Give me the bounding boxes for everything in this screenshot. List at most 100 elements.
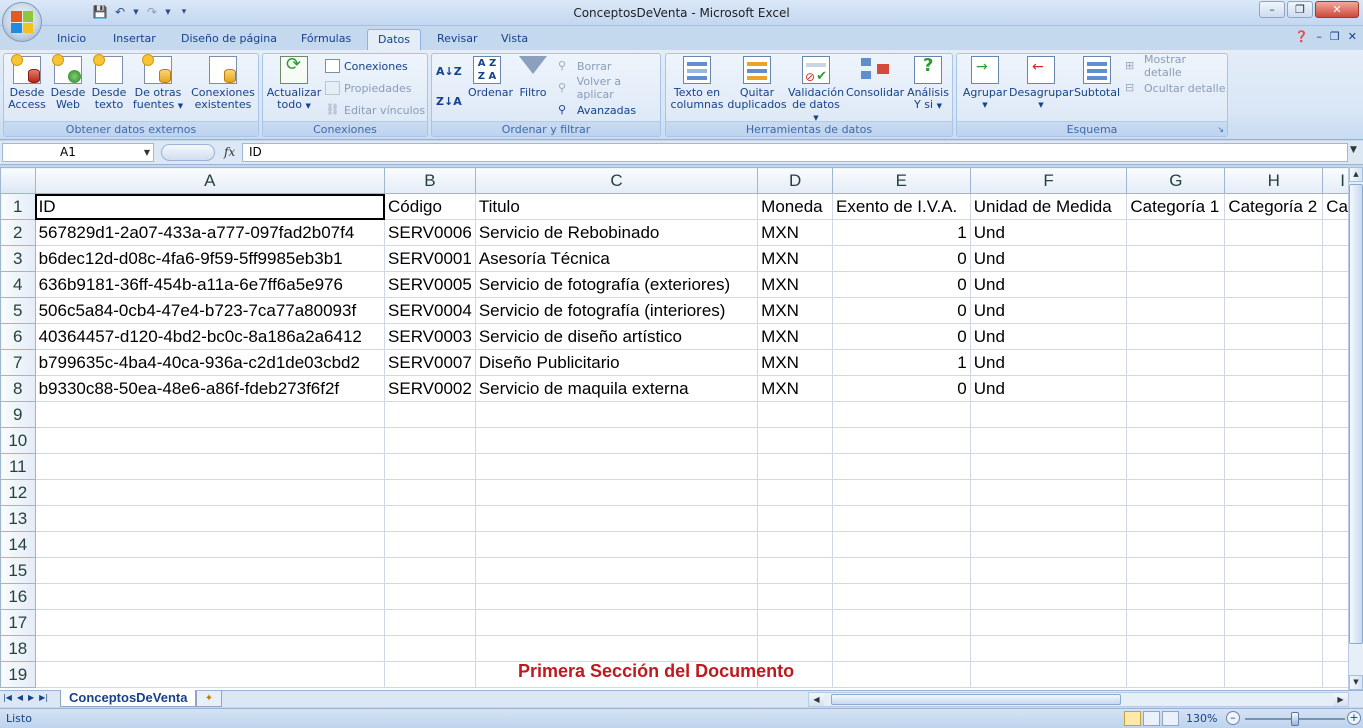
cell[interactable]	[757, 505, 833, 532]
cell[interactable]	[757, 427, 833, 454]
agrupar-button[interactable]: → Agrupar ▼	[960, 56, 1010, 111]
column-header[interactable]: H	[1224, 167, 1324, 194]
cell[interactable]	[757, 401, 833, 428]
cell[interactable]: SERV0001	[384, 245, 476, 272]
cell[interactable]	[1126, 479, 1226, 506]
cell[interactable]	[1224, 479, 1324, 506]
cell[interactable]	[969, 635, 1128, 662]
cell[interactable]: Categoría 1	[1126, 193, 1226, 220]
otras-fuentes-button[interactable]: De otras fuentes ▼	[132, 54, 184, 112]
cell[interactable]	[1224, 323, 1324, 350]
cell[interactable]: b799635c-4ba4-40ca-936a-c2d1de03cbd2	[34, 349, 386, 376]
cell[interactable]	[34, 401, 386, 428]
cell[interactable]	[831, 661, 971, 688]
desde-web-button[interactable]: Desde Web	[50, 54, 86, 111]
tab-revisar[interactable]: Revisar	[427, 29, 487, 50]
normal-view-icon[interactable]	[1124, 711, 1141, 726]
cell[interactable]	[1126, 531, 1226, 558]
cell[interactable]	[34, 661, 386, 688]
scroll-up-icon[interactable]: ▲	[1349, 167, 1363, 182]
cell[interactable]: 0	[831, 375, 971, 402]
vertical-scroll-thumb[interactable]	[1349, 184, 1363, 644]
cell[interactable]: Unidad de Medida	[969, 193, 1128, 220]
cell[interactable]	[1224, 635, 1324, 662]
cell[interactable]	[831, 557, 971, 584]
cell[interactable]	[1224, 297, 1324, 324]
cell[interactable]: 40364457-d120-4bd2-bc0c-8a186a2a6412	[34, 323, 386, 350]
cell[interactable]	[474, 427, 759, 454]
cell[interactable]	[1126, 453, 1226, 480]
cell[interactable]: Und	[969, 297, 1128, 324]
cell[interactable]	[1224, 401, 1324, 428]
cell[interactable]: 0	[831, 297, 971, 324]
cell[interactable]: b9330c88-50ea-48e6-a86f-fdeb273f6f2f	[34, 375, 386, 402]
row-header[interactable]: 10	[0, 427, 36, 454]
cell[interactable]	[831, 427, 971, 454]
propiedades-button[interactable]: Propiedades	[325, 79, 411, 97]
row-header[interactable]: 6	[0, 323, 36, 350]
texto-en-columnas-button[interactable]: Texto en columnas	[669, 56, 725, 111]
cell[interactable]	[474, 505, 759, 532]
cell[interactable]: Und	[969, 375, 1128, 402]
cell[interactable]: SERV0003	[384, 323, 476, 350]
cell[interactable]: 506c5a84-0cb4-47e4-b723-7ca77a80093f	[34, 297, 386, 324]
cell[interactable]: 0	[831, 271, 971, 298]
cell[interactable]	[1126, 427, 1226, 454]
cell[interactable]	[384, 505, 476, 532]
cell[interactable]	[969, 505, 1128, 532]
cell[interactable]	[757, 583, 833, 610]
cell[interactable]	[831, 401, 971, 428]
cell[interactable]	[1126, 583, 1226, 610]
cell[interactable]	[474, 453, 759, 480]
restore-button[interactable]: ❐	[1287, 1, 1313, 18]
cell[interactable]	[1224, 453, 1324, 480]
row-header[interactable]: 16	[0, 583, 36, 610]
cell[interactable]	[1126, 557, 1226, 584]
subtotal-button[interactable]: Subtotal	[1073, 56, 1121, 99]
cell[interactable]	[34, 531, 386, 558]
cell[interactable]: 567829d1-2a07-433a-a777-097fad2b07f4	[34, 219, 386, 246]
cell[interactable]: Asesoría Técnica	[474, 245, 759, 272]
row-header[interactable]: 12	[0, 479, 36, 506]
cell[interactable]	[831, 583, 971, 610]
cell[interactable]: SERV0005	[384, 271, 476, 298]
cell[interactable]: MXN	[757, 219, 833, 246]
zoom-level[interactable]: 130%	[1186, 712, 1217, 725]
avanzadas-button[interactable]: ⚲ Avanzadas	[558, 101, 636, 119]
cell[interactable]: Servicio de fotografía (exteriores)	[474, 271, 759, 298]
cell[interactable]	[1224, 245, 1324, 272]
cell[interactable]	[831, 479, 971, 506]
desde-access-button[interactable]: Desde Access	[7, 54, 47, 111]
cell[interactable]: MXN	[757, 245, 833, 272]
cell[interactable]	[474, 531, 759, 558]
desde-texto-button[interactable]: Desde texto	[91, 54, 127, 111]
cell[interactable]	[34, 557, 386, 584]
cell[interactable]	[474, 557, 759, 584]
mostrar-detalle-button[interactable]: ⊞ Mostrar detalle	[1125, 53, 1227, 79]
cell[interactable]	[474, 401, 759, 428]
minimize-workbook-icon[interactable]: –	[1316, 30, 1322, 43]
cell[interactable]: Titulo	[474, 193, 759, 220]
column-header[interactable]: D	[757, 167, 833, 194]
cell[interactable]: Und	[969, 271, 1128, 298]
sheet-tab-conceptosdeventa[interactable]: ConceptosDeVenta	[60, 690, 197, 707]
cell[interactable]	[474, 583, 759, 610]
cell[interactable]	[757, 557, 833, 584]
cell[interactable]	[1224, 349, 1324, 376]
tab-vista[interactable]: Vista	[491, 29, 538, 50]
cell[interactable]	[969, 609, 1128, 636]
cell[interactable]: Diseño Publicitario	[474, 349, 759, 376]
cell[interactable]: Und	[969, 323, 1128, 350]
cell[interactable]: 0	[831, 323, 971, 350]
row-header[interactable]: 5	[0, 297, 36, 324]
column-header[interactable]: E	[831, 167, 971, 194]
cell[interactable]	[831, 505, 971, 532]
row-header[interactable]: 14	[0, 531, 36, 558]
cell[interactable]: MXN	[757, 375, 833, 402]
sort-az-button[interactable]: A↓Z	[436, 62, 462, 80]
cell[interactable]: Servicio de Rebobinado	[474, 219, 759, 246]
row-header[interactable]: 18	[0, 635, 36, 662]
row-header[interactable]: 2	[0, 219, 36, 246]
prev-sheet-icon[interactable]: ◀	[17, 693, 23, 702]
next-sheet-icon[interactable]: ▶	[28, 693, 34, 702]
